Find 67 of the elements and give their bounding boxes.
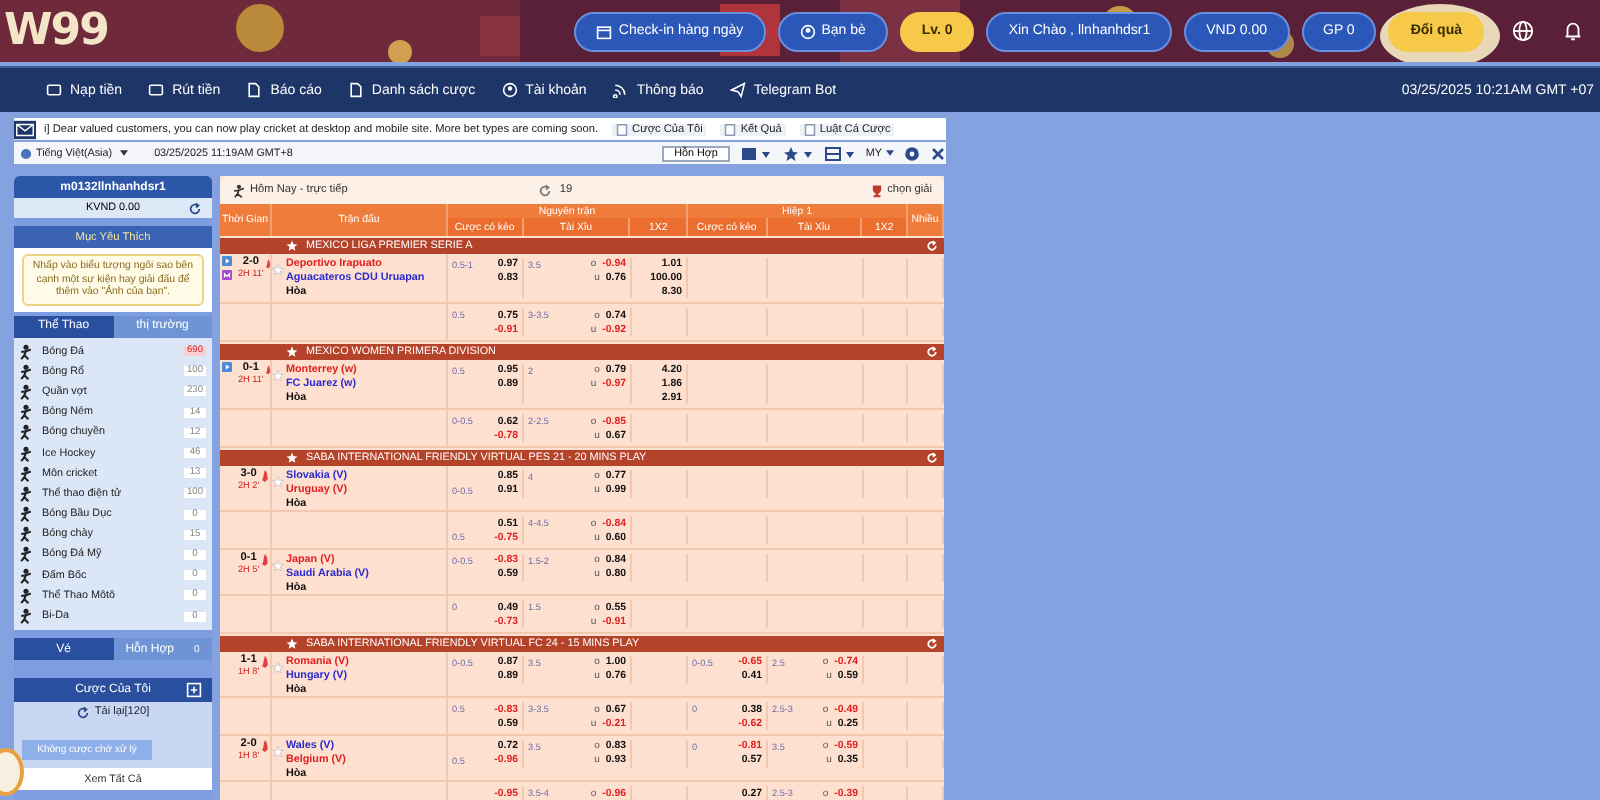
favorite-star-icon[interactable]: [272, 475, 284, 488]
player-icon: [18, 465, 34, 482]
flame-icon: [261, 653, 268, 670]
document-icon: [803, 123, 816, 135]
refresh-icon: [76, 705, 91, 720]
flame-icon: [261, 467, 268, 484]
caret-icon: [120, 150, 129, 156]
calendar-icon: [596, 23, 613, 39]
refresh-icon: [926, 451, 938, 464]
star-icon: [286, 345, 298, 358]
player-icon: [18, 363, 34, 380]
player-icon: [18, 567, 34, 584]
player-icon: [18, 343, 34, 360]
caret-icon: [886, 149, 894, 155]
bell-icon[interactable]: [1562, 20, 1584, 42]
star-dropdown-icon[interactable]: [781, 145, 814, 161]
player-icon: [232, 183, 246, 197]
star-icon: [286, 451, 298, 464]
flame-icon: [261, 737, 268, 754]
flame-icon: [265, 256, 270, 272]
document-icon: [347, 82, 364, 98]
friends-icon: [799, 23, 816, 39]
player-icon: [18, 506, 34, 523]
flame-icon: [265, 361, 270, 378]
player-icon: [18, 383, 34, 400]
player-icon: [18, 546, 34, 563]
document-icon: [616, 123, 629, 135]
refresh-icon: [926, 345, 938, 358]
logo[interactable]: W99: [4, 6, 108, 56]
favorite-star-icon[interactable]: [272, 369, 284, 382]
refresh-icon[interactable]: [188, 202, 202, 216]
globe-icon[interactable]: [1512, 20, 1534, 42]
grid-dropdown-icon[interactable]: [823, 145, 856, 161]
player-icon: [18, 424, 34, 441]
close-icon[interactable]: [930, 145, 946, 161]
video-icon[interactable]: [222, 256, 232, 266]
stats-icon[interactable]: [222, 270, 232, 280]
signal-icon: [612, 82, 629, 98]
globe-icon: [20, 147, 32, 159]
player-icon: [18, 404, 34, 421]
expand-icon[interactable]: [186, 682, 202, 699]
player-icon: [18, 485, 34, 502]
paper-plane-icon: [729, 82, 746, 98]
player-icon: [18, 445, 34, 462]
favorite-star-icon[interactable]: [272, 661, 284, 674]
wallet-icon: [148, 82, 165, 98]
video-icon[interactable]: [222, 361, 232, 372]
document-icon: [724, 123, 737, 135]
refresh-icon: [926, 240, 938, 252]
user-icon: [501, 82, 518, 98]
flame-icon: [261, 551, 268, 568]
favorite-star-icon[interactable]: [272, 264, 284, 276]
player-icon: [18, 608, 34, 625]
list-dropdown-icon[interactable]: [739, 145, 772, 161]
favorite-star-icon[interactable]: [272, 745, 284, 758]
trophy-icon: [869, 183, 884, 197]
refresh-icon: [537, 183, 552, 197]
star-icon: [286, 240, 298, 252]
player-icon: [18, 587, 34, 604]
mail-icon[interactable]: [14, 119, 36, 139]
wallet-icon: [46, 82, 62, 98]
refresh-icon: [926, 637, 938, 650]
ball-icon[interactable]: [904, 145, 920, 161]
star-icon: [286, 637, 298, 650]
favorite-star-icon[interactable]: [272, 559, 284, 572]
document-icon: [246, 82, 263, 98]
player-icon: [18, 526, 34, 543]
